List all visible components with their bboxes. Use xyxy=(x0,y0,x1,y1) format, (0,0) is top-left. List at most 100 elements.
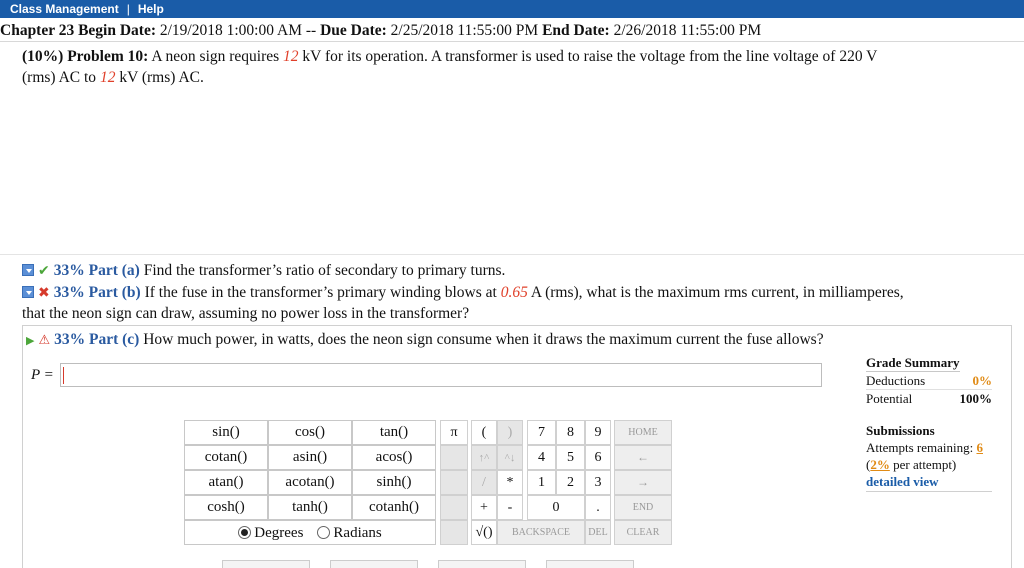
tanh-button[interactable]: tanh() xyxy=(268,495,352,520)
gray-key xyxy=(440,520,468,545)
due-date: 2/25/2018 11:55:00 PM xyxy=(390,22,539,39)
digit-3-button[interactable]: 3 xyxy=(585,470,611,495)
del-button[interactable]: DEL xyxy=(585,520,611,545)
problem-text: A neon sign requires xyxy=(151,48,280,65)
atan-button[interactable]: atan() xyxy=(184,470,268,495)
action-button[interactable] xyxy=(222,560,310,568)
digit-7-button[interactable]: 7 xyxy=(527,420,556,445)
submissions-box: Submissions Attempts remaining: 6 (2% pe… xyxy=(866,422,992,492)
part-b-continued: that the neon sign can draw, assuming no… xyxy=(22,303,469,324)
radians-label: Radians xyxy=(333,524,382,541)
cotanh-button[interactable]: cotanh() xyxy=(352,495,436,520)
date-dash: -- xyxy=(305,22,317,39)
asin-button[interactable]: asin() xyxy=(268,445,352,470)
action-button[interactable] xyxy=(546,560,634,568)
digit-8-button[interactable]: 8 xyxy=(556,420,585,445)
part-b-text: A (rms), what is the maximum rms current… xyxy=(530,284,904,301)
part-a-label[interactable]: 33% Part (a) xyxy=(54,262,140,279)
grade-summary-title: Grade Summary xyxy=(866,355,960,372)
digit-2-button[interactable]: 2 xyxy=(556,470,585,495)
digit-6-button[interactable]: 6 xyxy=(585,445,611,470)
radians-option[interactable]: Radians xyxy=(317,524,382,542)
right-arrow-button[interactable]: → xyxy=(614,470,672,495)
cos-button[interactable]: cos() xyxy=(268,420,352,445)
part-b: ✖ 33% Part (b) If the fuse in the transfo… xyxy=(22,282,904,304)
left-arrow-button[interactable]: ← xyxy=(614,445,672,470)
digit-0-button[interactable]: 0 xyxy=(527,495,585,520)
detailed-view-link[interactable]: detailed view xyxy=(866,474,939,489)
answer-input[interactable] xyxy=(60,363,822,387)
end-date-label: End Date: xyxy=(542,22,610,39)
pi-button[interactable]: π xyxy=(440,420,468,445)
play-icon: ▶ xyxy=(26,334,35,347)
lparen-button[interactable]: ( xyxy=(471,420,497,445)
plus-button[interactable]: + xyxy=(471,495,497,520)
slash-button[interactable]: / xyxy=(471,470,497,495)
grade-summary: Grade Summary Deductions 0% Potential 100% xyxy=(866,354,992,407)
per-attempt-value: 2% xyxy=(870,457,890,472)
cosh-button[interactable]: cosh() xyxy=(184,495,268,520)
up-caret-button[interactable]: ↑^ xyxy=(471,445,497,470)
help-link[interactable]: Help xyxy=(138,2,164,16)
text-caret xyxy=(63,367,64,384)
divider xyxy=(0,254,1024,255)
sin-button[interactable]: sin() xyxy=(184,420,268,445)
cross-icon: ✖ xyxy=(38,285,50,301)
part-c-label: 33% Part (c) xyxy=(54,331,140,348)
degrees-option[interactable]: Degrees xyxy=(238,524,303,542)
minus-button[interactable]: - xyxy=(497,495,523,520)
problem-statement: (10%) Problem 10: A neon sign requires 1… xyxy=(22,46,902,88)
action-button[interactable] xyxy=(438,560,526,568)
gray-key xyxy=(440,445,468,470)
end-button[interactable]: END xyxy=(614,495,672,520)
gray-key xyxy=(440,470,468,495)
action-button[interactable] xyxy=(330,560,418,568)
sinh-button[interactable]: sinh() xyxy=(352,470,436,495)
angle-mode-selector: Degrees Radians xyxy=(184,520,436,545)
submissions-title: Submissions xyxy=(866,423,935,438)
part-c: ▶ ⚠ 33% Part (c) How much power, in watts,… xyxy=(26,329,824,351)
class-management-link[interactable]: Class Management xyxy=(10,2,119,16)
cotan-button[interactable]: cotan() xyxy=(184,445,268,470)
digit-5-button[interactable]: 5 xyxy=(556,445,585,470)
rparen-button[interactable]: ) xyxy=(497,420,523,445)
digit-9-button[interactable]: 9 xyxy=(585,420,611,445)
acotan-button[interactable]: acotan() xyxy=(268,470,352,495)
attempts-value: 6 xyxy=(976,440,983,455)
voltage-value: 12 xyxy=(99,69,116,86)
warning-icon: ⚠ xyxy=(38,333,51,348)
assignment-dates: Chapter 23 Begin Date: 2/19/2018 1:00:00… xyxy=(0,22,761,40)
expand-part-a-icon[interactable] xyxy=(22,264,34,276)
decimal-button[interactable]: . xyxy=(585,495,611,520)
deductions-label: Deductions xyxy=(866,373,926,388)
part-b-text: that the neon sign can draw, assuming no… xyxy=(22,305,470,322)
clear-button[interactable]: CLEAR xyxy=(614,520,672,545)
sqrt-button[interactable]: √() xyxy=(471,520,497,545)
digit-4-button[interactable]: 4 xyxy=(527,445,556,470)
expand-part-b-icon[interactable] xyxy=(22,286,34,298)
acos-button[interactable]: acos() xyxy=(352,445,436,470)
begin-date-label: Begin Date: xyxy=(78,22,156,39)
divider xyxy=(0,41,1024,42)
gray-key xyxy=(440,495,468,520)
part-b-text: If the fuse in the transformer’s primary… xyxy=(144,284,497,301)
potential-label: Potential xyxy=(866,391,913,406)
problem-text: kV (rms) AC. xyxy=(119,69,204,86)
part-a-text: Find the transformer’s ratio of secondar… xyxy=(143,262,506,279)
multiply-button[interactable]: * xyxy=(497,470,523,495)
tan-button[interactable]: tan() xyxy=(352,420,436,445)
radio-selected-icon xyxy=(238,525,252,539)
top-menu-bar: Class Management | Help xyxy=(0,0,1024,18)
home-button[interactable]: HOME xyxy=(614,420,672,445)
attempts-label: Attempts remaining: xyxy=(866,440,974,455)
backspace-button[interactable]: BACKSPACE xyxy=(497,520,585,545)
part-b-label[interactable]: 33% Part (b) xyxy=(54,284,141,301)
problem-heading: (10%) Problem 10: xyxy=(22,48,149,65)
answer-label: P = xyxy=(31,367,54,383)
voltage-value: 12 xyxy=(283,48,299,65)
deductions-value: 0% xyxy=(972,373,993,388)
part-a: ✔ 33% Part (a) Find the transformer’s rat… xyxy=(22,260,505,282)
digit-1-button[interactable]: 1 xyxy=(527,470,556,495)
begin-date: 2/19/2018 1:00:00 AM xyxy=(159,22,302,39)
down-caret-button[interactable]: ^↓ xyxy=(497,445,523,470)
